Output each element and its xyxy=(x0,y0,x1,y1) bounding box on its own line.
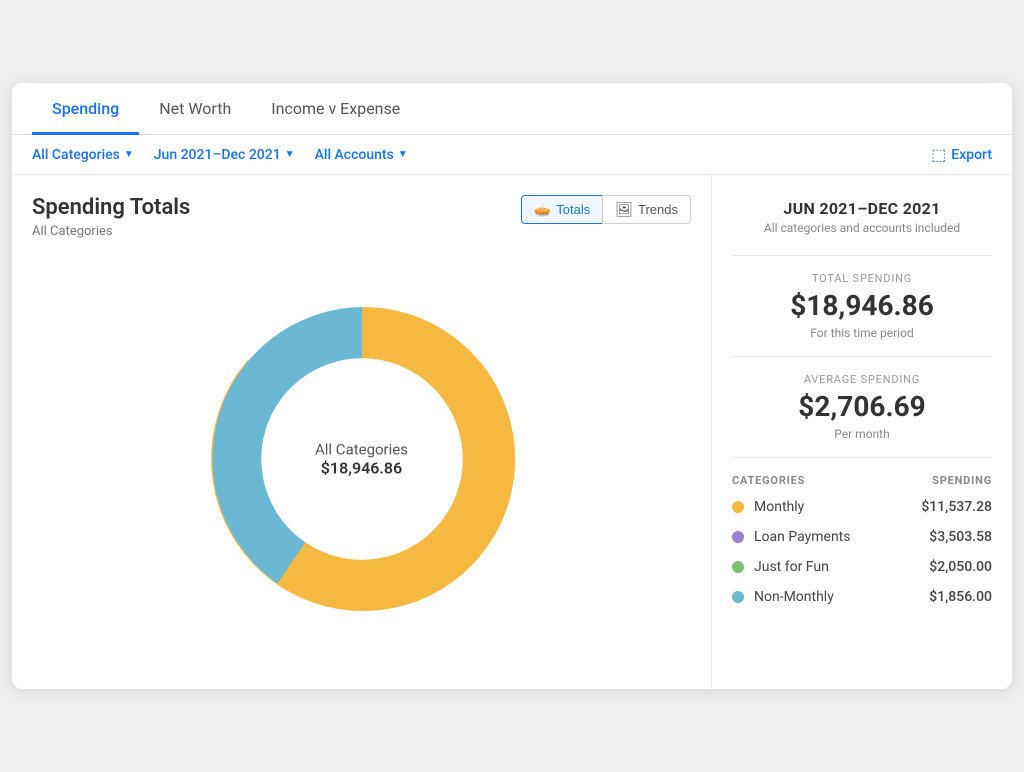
category-name: Loan Payments xyxy=(754,529,850,545)
totals-label: Totals xyxy=(556,202,590,217)
left-panel: Spending Totals All Categories 🥧 Totals … xyxy=(12,175,712,689)
category-amount: $1,856.00 xyxy=(929,589,992,605)
export-label: Export xyxy=(951,147,992,163)
spending-header-label: SPENDING xyxy=(932,474,992,487)
accounts-filter[interactable]: All Accounts ▼ xyxy=(315,147,408,163)
category-left: Loan Payments xyxy=(732,529,850,545)
category-row: Just for Fun $2,050.00 xyxy=(732,559,992,575)
category-amount: $11,537.28 xyxy=(921,499,992,515)
right-period: JUN 2021–DEC 2021 All categories and acc… xyxy=(732,199,992,235)
categories-chevron-icon: ▼ xyxy=(124,149,134,160)
category-left: Just for Fun xyxy=(732,559,829,575)
trends-icon: 🖼 xyxy=(615,201,633,218)
category-dot xyxy=(732,561,744,573)
category-left: Non-Monthly xyxy=(732,589,834,605)
donut-center-title: All Categories xyxy=(315,441,408,459)
category-name: Non-Monthly xyxy=(754,589,834,605)
avg-spending-value: $2,706.69 xyxy=(732,390,992,423)
category-row: Monthly $11,537.28 xyxy=(732,499,992,515)
categories-filter[interactable]: All Categories ▼ xyxy=(32,147,134,163)
period-title: JUN 2021–DEC 2021 xyxy=(732,199,992,218)
main-content: Spending Totals All Categories 🥧 Totals … xyxy=(12,175,1012,689)
divider-3 xyxy=(732,457,992,458)
donut-label: All Categories $18,946.86 xyxy=(315,441,408,478)
tab-spending[interactable]: Spending xyxy=(32,83,139,135)
date-range-filter[interactable]: Jun 2021–Dec 2021 ▼ xyxy=(154,147,295,163)
categories-header: CATEGORIES SPENDING xyxy=(732,474,992,487)
date-range-filter-label: Jun 2021–Dec 2021 xyxy=(154,147,281,163)
categories-header-label: CATEGORIES xyxy=(732,474,805,487)
export-button[interactable]: ⬚ Export xyxy=(931,145,992,164)
export-icon: ⬚ xyxy=(931,145,946,164)
total-spending-desc: For this time period xyxy=(732,326,992,340)
category-rows: Monthly $11,537.28 Loan Payments $3,503.… xyxy=(732,499,992,605)
spending-subtitle: All Categories xyxy=(32,224,190,239)
category-name: Just for Fun xyxy=(754,559,829,575)
totals-toggle-button[interactable]: 🥧 Totals xyxy=(521,195,602,224)
total-spending-value: $18,946.86 xyxy=(732,289,992,322)
category-row: Loan Payments $3,503.58 xyxy=(732,529,992,545)
category-dot xyxy=(732,501,744,513)
divider-1 xyxy=(732,255,992,256)
category-dot xyxy=(732,531,744,543)
totals-icon: 🥧 xyxy=(534,201,551,218)
category-row: Non-Monthly $1,856.00 xyxy=(732,589,992,605)
top-nav: Spending Net Worth Income v Expense xyxy=(12,83,1012,135)
avg-spending-label: AVERAGE SPENDING xyxy=(732,373,992,386)
category-name: Monthly xyxy=(754,499,804,515)
spending-title: Spending Totals xyxy=(32,195,190,220)
avg-spending-block: AVERAGE SPENDING $2,706.69 Per month xyxy=(732,373,992,441)
total-spending-label: TOTAL SPENDING xyxy=(732,272,992,285)
category-amount: $2,050.00 xyxy=(929,559,992,575)
period-subtitle: All categories and accounts included xyxy=(732,221,992,235)
left-header-text: Spending Totals All Categories xyxy=(32,195,190,255)
donut-center-value: $18,946.86 xyxy=(315,459,408,478)
category-left: Monthly xyxy=(732,499,804,515)
chart-area: All Categories $18,946.86 xyxy=(32,259,691,669)
app-container: Spending Net Worth Income v Expense All … xyxy=(12,83,1012,689)
category-amount: $3,503.58 xyxy=(929,529,992,545)
category-dot xyxy=(732,591,744,603)
date-range-chevron-icon: ▼ xyxy=(285,149,295,160)
categories-filter-label: All Categories xyxy=(32,147,120,163)
tab-income-expense[interactable]: Income v Expense xyxy=(251,83,420,135)
accounts-filter-label: All Accounts xyxy=(315,147,394,163)
tab-net-worth[interactable]: Net Worth xyxy=(139,83,251,135)
donut-chart: All Categories $18,946.86 xyxy=(172,269,552,649)
view-toggle: 🥧 Totals 🖼 Trends xyxy=(521,195,691,224)
left-header: Spending Totals All Categories 🥧 Totals … xyxy=(32,195,691,255)
avg-spending-desc: Per month xyxy=(732,427,992,441)
total-spending-block: TOTAL SPENDING $18,946.86 For this time … xyxy=(732,272,992,340)
trends-toggle-button[interactable]: 🖼 Trends xyxy=(602,195,691,224)
accounts-chevron-icon: ▼ xyxy=(398,149,408,160)
divider-2 xyxy=(732,356,992,357)
right-panel: JUN 2021–DEC 2021 All categories and acc… xyxy=(712,175,1012,689)
categories-section: CATEGORIES SPENDING Monthly $11,537.28 L… xyxy=(732,474,992,605)
filter-bar: All Categories ▼ Jun 2021–Dec 2021 ▼ All… xyxy=(12,135,1012,175)
trends-label: Trends xyxy=(638,202,678,217)
